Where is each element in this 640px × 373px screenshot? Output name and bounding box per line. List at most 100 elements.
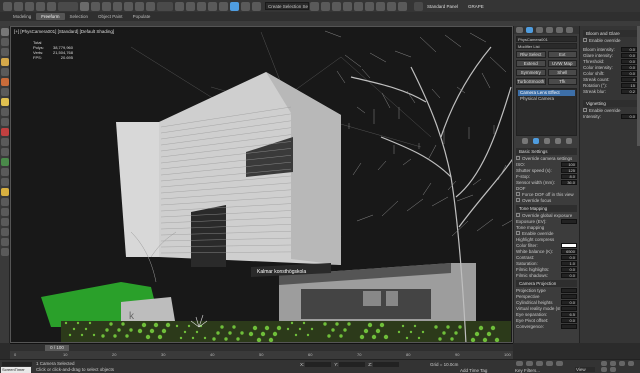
workspace-label[interactable]: Standard Panel (427, 4, 458, 9)
show-end-icon[interactable] (532, 138, 539, 144)
enable-override-checkbox[interactable] (516, 231, 520, 236)
viewport[interactable]: Kalmar konsthögskola k [+] [PhysCamera00… (10, 26, 513, 343)
object-name-field[interactable]: PhysCamera001 (516, 36, 577, 42)
zoom-all-icon[interactable] (610, 361, 616, 366)
percent-snap-icon[interactable] (208, 1, 217, 11)
select-tool-icon[interactable] (0, 28, 9, 36)
tone-mapping-rollout[interactable]: Tone Mapping (516, 205, 577, 212)
remove-modifier-icon[interactable] (554, 138, 561, 144)
orbit-icon[interactable] (601, 367, 607, 372)
select-region-icon[interactable] (91, 1, 100, 11)
align-icon[interactable] (252, 1, 261, 11)
param-field[interactable]: 0.0 (561, 299, 577, 305)
play-icon[interactable] (536, 361, 543, 366)
param-field[interactable] (561, 293, 577, 299)
link-icon[interactable] (25, 1, 34, 11)
shape-tool-icon[interactable] (0, 88, 9, 96)
grid-tool-icon[interactable] (0, 178, 9, 186)
param-field[interactable] (561, 323, 577, 329)
helper-tool-icon[interactable] (0, 98, 9, 106)
bloom-enable-row[interactable]: Enable override (583, 37, 637, 43)
tree-icon[interactable] (0, 158, 9, 166)
curve-editor-icon[interactable] (332, 1, 341, 11)
view-mode-dropdown[interactable]: View (575, 367, 595, 372)
basic-settings-rollout[interactable]: Basic Settings (516, 148, 577, 155)
redo-icon[interactable] (14, 1, 23, 11)
param-field[interactable] (561, 242, 577, 248)
mirror-icon[interactable] (241, 1, 250, 11)
make-unique-icon[interactable] (543, 138, 550, 144)
param-field[interactable]: 1.0 (561, 260, 577, 266)
param-field[interactable]: 6500 (561, 248, 577, 254)
window-crossing-icon[interactable] (102, 1, 111, 11)
param-field[interactable] (561, 287, 577, 293)
systems-icon[interactable] (0, 118, 9, 126)
modifier-button[interactable]: Extend (516, 60, 546, 67)
bind-icon[interactable] (47, 1, 56, 11)
create-tab-icon[interactable] (516, 27, 523, 33)
override-exposure-checkbox[interactable] (516, 213, 520, 218)
viewport-label[interactable]: [+] [PhysCamera001] [Standard] [Default … (14, 29, 114, 34)
param-field[interactable] (561, 305, 577, 311)
param-field[interactable]: 4 (621, 76, 637, 82)
schematic-icon[interactable] (343, 1, 352, 11)
modifier-button[interactable]: Symmetry (516, 69, 546, 76)
pivot-icon[interactable] (175, 1, 184, 11)
ribbon-tab-freeform[interactable]: Freeform (36, 13, 65, 20)
pan-icon[interactable] (628, 361, 634, 366)
coord-field[interactable] (339, 362, 366, 368)
param-field[interactable]: 0.0 (621, 70, 637, 76)
param-field[interactable]: 0.0 (561, 254, 577, 260)
unlink-icon[interactable] (36, 1, 45, 11)
go-end-icon[interactable] (556, 361, 563, 366)
reference-coord-icon[interactable] (157, 1, 173, 11)
hierarchy-tab-icon[interactable] (536, 27, 543, 33)
render-frame-icon[interactable] (376, 1, 385, 11)
more-tools-icon[interactable] (0, 248, 9, 256)
key-filters-button[interactable]: Key Filters... (515, 368, 540, 373)
filter-icon[interactable] (58, 1, 78, 11)
override-focus-row[interactable]: Override focus (516, 197, 577, 203)
snap-icon[interactable] (186, 1, 195, 11)
angle-snap-icon[interactable] (197, 1, 206, 11)
param-field[interactable]: 0.0 (561, 272, 577, 278)
override-exposure-row[interactable]: Override global exposure (516, 212, 577, 218)
param-field[interactable]: 125 (561, 167, 577, 173)
override-camera-checkbox[interactable] (516, 156, 520, 161)
render-setup-icon[interactable] (365, 1, 374, 11)
param-field[interactable]: 0.2 (621, 88, 637, 94)
box-tool-icon[interactable] (0, 68, 9, 76)
edit-named-sel-icon[interactable] (230, 1, 239, 11)
zoom-extents-icon[interactable] (619, 361, 625, 366)
force-dof-row[interactable]: Force DOF off in this view (516, 191, 577, 197)
timeline-ruler[interactable]: 0 10 20 30 40 50 60 70 80 90 100 (10, 351, 513, 359)
param-field[interactable]: 8.0 (561, 173, 577, 179)
ribbon-tab-modeling[interactable]: Modeling (8, 13, 36, 20)
shader-icon[interactable] (0, 138, 9, 146)
exposure-field[interactable] (561, 218, 577, 224)
force-dof-checkbox[interactable] (516, 192, 520, 197)
modifier-list-dropdown[interactable]: Modifier List (516, 43, 577, 49)
maximize-icon[interactable] (610, 367, 616, 372)
intensity-field[interactable]: 0.0 (621, 113, 637, 119)
param-field[interactable]: 0.0 (621, 52, 637, 58)
ribbon-tab-selection[interactable]: Selection (65, 13, 94, 20)
param-field[interactable]: 6.5 (561, 311, 577, 317)
paint-icon[interactable] (0, 38, 9, 46)
add-time-tag[interactable]: Add Time Tag (460, 368, 487, 373)
param-field[interactable]: 0.0 (621, 58, 637, 64)
spacewarp-icon[interactable] (0, 108, 9, 116)
undo-icon[interactable] (3, 1, 12, 11)
placement-icon[interactable] (146, 1, 155, 11)
layers-icon[interactable] (310, 1, 319, 11)
bloom-enable-checkbox[interactable] (583, 38, 587, 43)
scale-icon[interactable] (135, 1, 144, 11)
plugin-icon[interactable] (0, 218, 9, 226)
param-field[interactable]: 0.0 (561, 317, 577, 323)
pin-stack-icon[interactable] (521, 138, 528, 144)
param-field[interactable]: 100 (561, 161, 577, 167)
param-field[interactable]: 15 (621, 82, 637, 88)
next-frame-icon[interactable] (546, 361, 553, 366)
spinner-snap-icon[interactable] (219, 1, 228, 11)
param-field[interactable]: 36.0 (561, 179, 577, 185)
